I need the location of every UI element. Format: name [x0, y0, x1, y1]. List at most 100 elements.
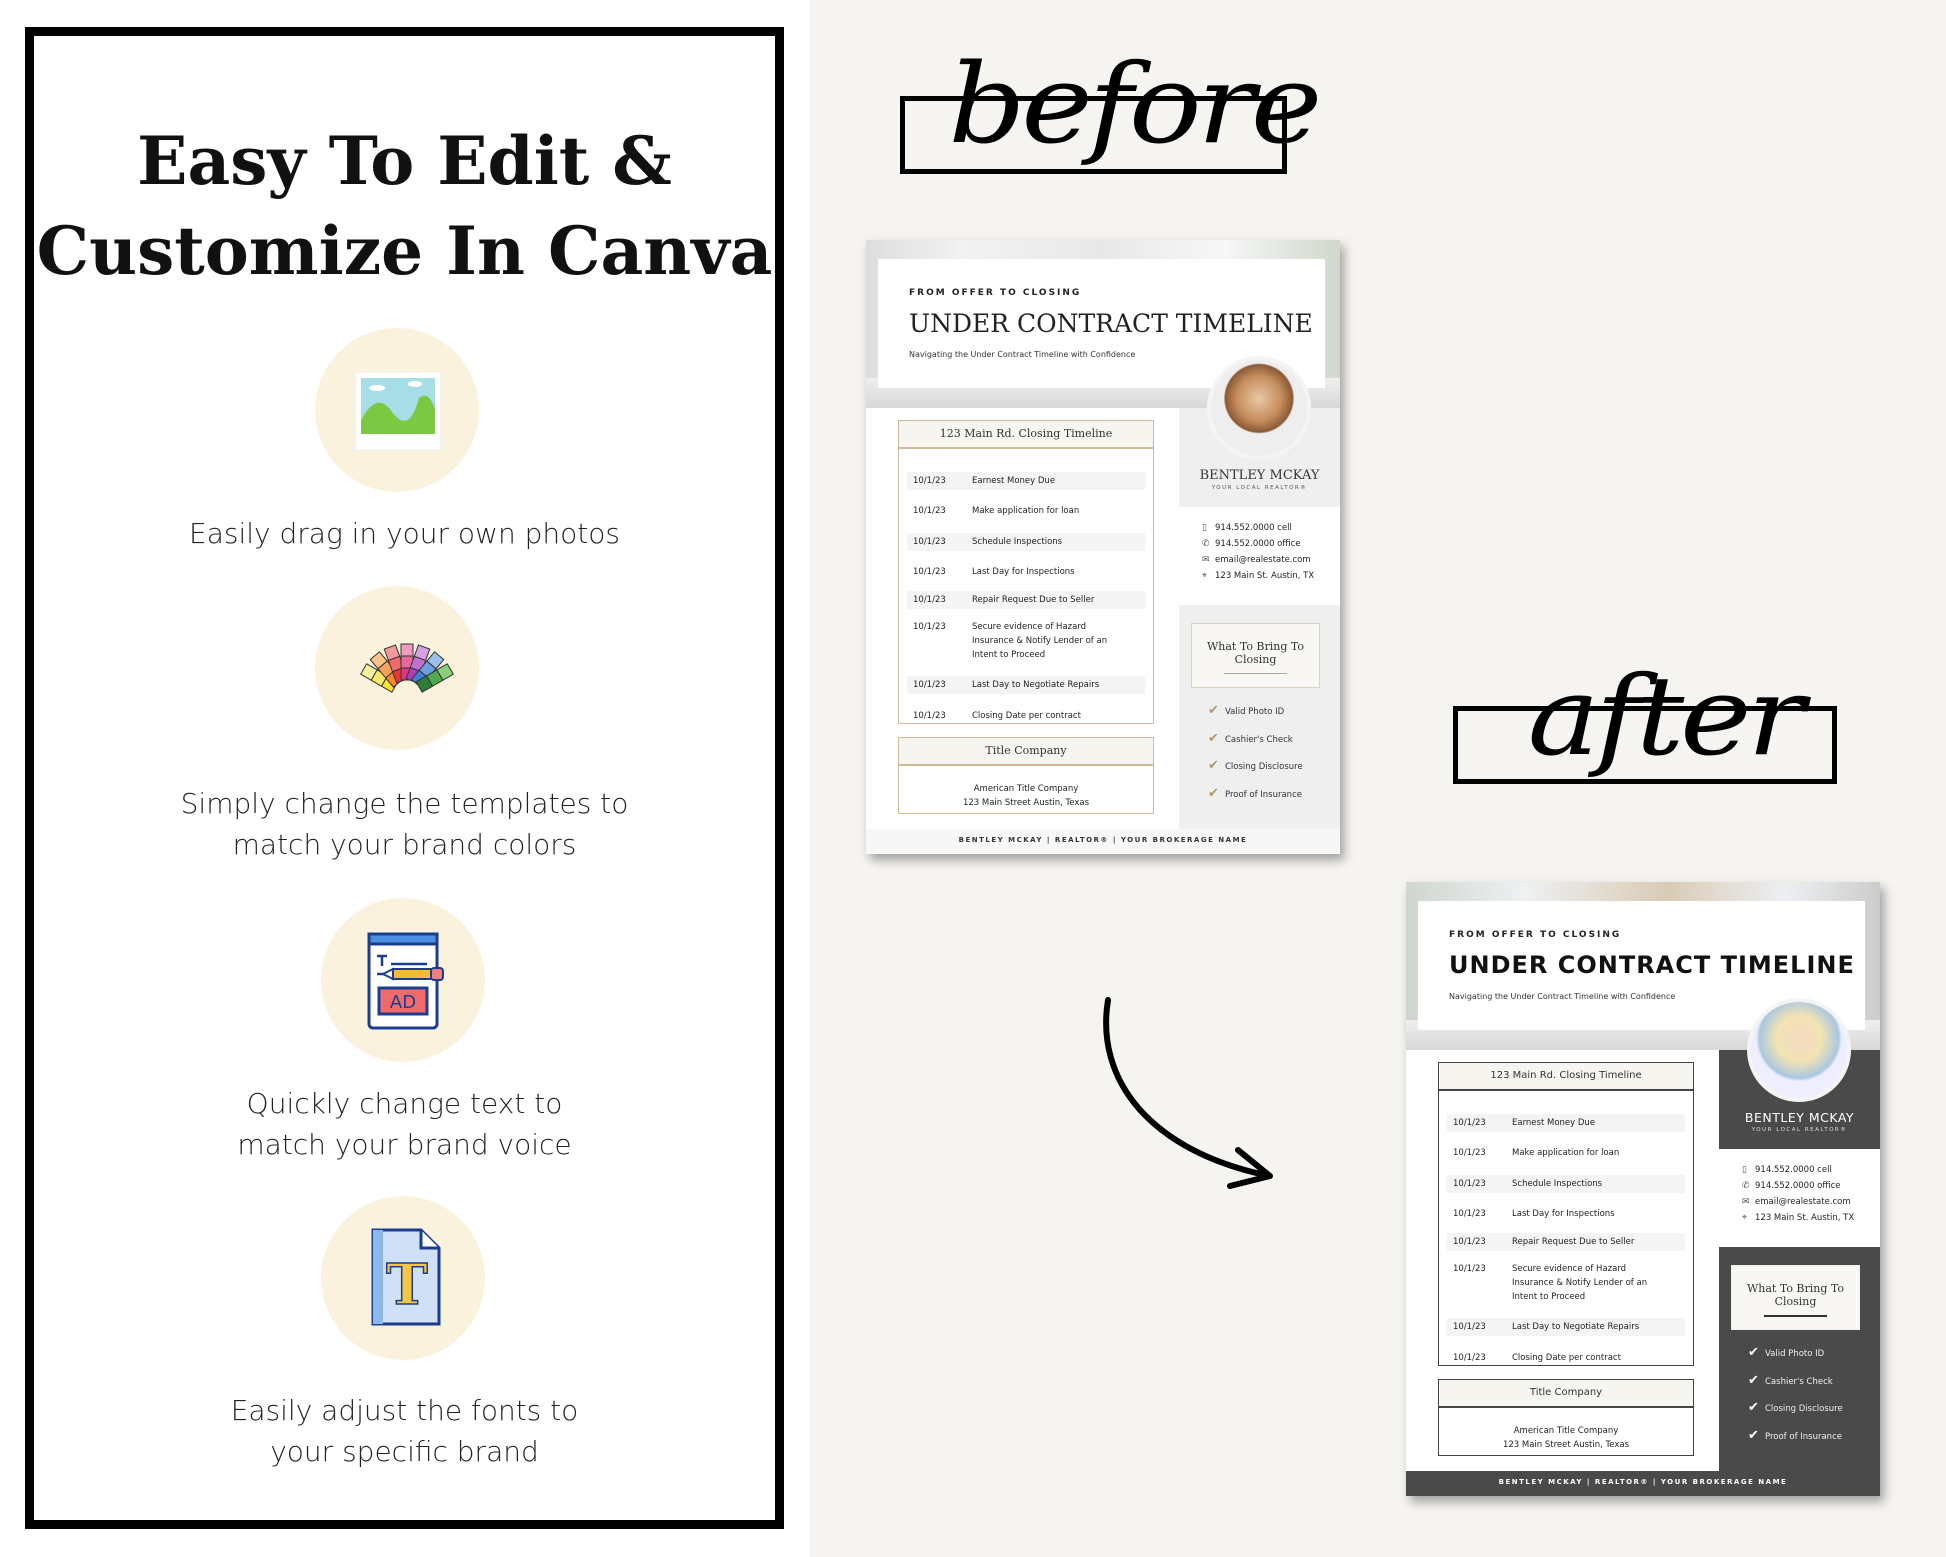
checkmark-icon: ✔ [1748, 1428, 1759, 1443]
curved-arrow-icon [1103, 997, 1273, 1189]
timeline-row: 10/1/23 Secure evidence of Hazard Insura… [1447, 1260, 1685, 1306]
contact-box: ▯ 914.552.0000 cell ✆ 914.552.0000 office ✉ e… [1179, 507, 1340, 605]
agent-role: YOUR LOCAL REALTOR® [1211, 485, 1308, 491]
checklist-item: ✔ Cashier's Check [1748, 1373, 1833, 1388]
headline-line-2: Customize In Canva [36, 212, 773, 290]
agent-name: BENTLEY MCKAY [1744, 1110, 1855, 1125]
contact-text: 914.552.0000 cell [1755, 1165, 1832, 1175]
timeline-date: 10/1/23 [913, 476, 946, 486]
contact-line: ✆ 914.552.0000 office [1202, 539, 1301, 549]
eyebrow: FROM OFFER TO CLOSING [909, 288, 1082, 298]
flyer-title: UNDER CONTRACT TIMELINE [909, 309, 1313, 338]
checkmark-icon: ✔ [1208, 703, 1219, 718]
contact-text: 914.552.0000 office [1215, 539, 1301, 549]
after-label: after [1527, 652, 1805, 780]
checkmark-icon: ✔ [1748, 1400, 1759, 1415]
contact-line: ⌖ 123 Main St. Austin, TX [1202, 571, 1314, 581]
contact-box: ▯ 914.552.0000 cell ✆ 914.552.0000 office ✉ e… [1719, 1149, 1880, 1247]
contact-text: 123 Main St. Austin, TX [1215, 571, 1315, 581]
flyer-footer: BENTLEY MCKAY | REALTOR® | YOUR BROKERAG… [866, 829, 1340, 854]
timeline-date: 10/1/23 [913, 680, 946, 690]
envelope-icon: ✉ [1202, 555, 1210, 565]
timeline-row: 10/1/23 Last Day to Negotiate Repairs [907, 676, 1145, 694]
timeline-task: Earnest Money Due [972, 476, 1056, 486]
flyer-subtitle: Navigating the Under Contract Timeline w… [1449, 992, 1676, 1001]
contact-line: ✉ email@realestate.com [1742, 1197, 1851, 1207]
feature-caption-colors-2: match your brand colors [232, 828, 577, 861]
timeline-task: Earnest Money Due [1512, 1118, 1596, 1128]
font-file-icon: T [321, 1196, 485, 1360]
timeline-task: Last Day to Negotiate Repairs [1512, 1322, 1640, 1332]
timeline-date: 10/1/23 [913, 537, 946, 547]
what-to-bring-box: What To Bring To Closing [1731, 1265, 1860, 1330]
flyer-subtitle: Navigating the Under Contract Timeline w… [909, 350, 1136, 359]
timeline-task: Last Day to Negotiate Repairs [972, 680, 1100, 690]
mobile-phone-icon: ▯ [1742, 1165, 1747, 1175]
timeline-row: 10/1/23 Last Day to Negotiate Repairs [1447, 1318, 1685, 1336]
timeline-task: Repair Request Due to Seller [972, 595, 1095, 605]
flyer-footer: BENTLEY MCKAY | REALTOR® | YOUR BROKERAG… [1406, 1471, 1880, 1496]
timeline-row: 10/1/23 Schedule Inspections [1447, 1175, 1685, 1193]
left-panel: Easy To Edit & Customize In Canva Easily… [0, 0, 809, 1557]
timeline-date: 10/1/23 [913, 595, 946, 605]
timeline-row: 10/1/23 Last Day for Inspections [907, 563, 1145, 581]
title-company-box: Title Company American Title Company 123 … [1438, 1379, 1694, 1456]
before-label: before [948, 40, 1322, 168]
timeline-row: 10/1/23 Earnest Money Due [907, 472, 1145, 490]
what-to-bring-title: What To Bring To Closing [1746, 1282, 1845, 1308]
contact-text: 914.552.0000 office [1755, 1181, 1841, 1191]
checklist-text: Cashier's Check [1765, 1377, 1833, 1387]
contact-line: ⌖ 123 Main St. Austin, TX [1742, 1213, 1854, 1223]
timeline-row: 10/1/23 Repair Request Due to Seller [1447, 1233, 1685, 1251]
contact-line: ▯ 914.552.0000 cell [1202, 523, 1292, 533]
feature-caption-fonts-2: your specific brand [270, 1435, 539, 1468]
checklist-text: Valid Photo ID [1765, 1349, 1825, 1359]
timeline-task: Closing Date per contract [1512, 1353, 1621, 1363]
title-company-details: American Title Company 123 Main Street Au… [1439, 1424, 1693, 1452]
timeline-row: 10/1/23 Closing Date per contract [907, 707, 1145, 725]
feature-caption-text-1: Quickly change text to [246, 1087, 563, 1120]
contact-line: ✆ 914.552.0000 office [1742, 1181, 1841, 1191]
title-company-name: American Title Company [973, 784, 1079, 794]
checklist-text: Closing Disclosure [1765, 1404, 1843, 1414]
contact-line: ▯ 914.552.0000 cell [1742, 1165, 1832, 1175]
flyer-after: FROM OFFER TO CLOSING UNDER CONTRACT TIM… [1406, 882, 1880, 1496]
timeline-row: 10/1/23 Closing Date per contract [1447, 1349, 1685, 1367]
timeline-row: 10/1/23 Schedule Inspections [907, 533, 1145, 551]
timeline-row: 10/1/23 Earnest Money Due [1447, 1114, 1685, 1132]
checklist-item: ✔ Closing Disclosure [1208, 758, 1303, 773]
timeline-date: 10/1/23 [913, 506, 946, 516]
what-to-bring-title: What To Bring To Closing [1206, 640, 1305, 666]
timeline-task: Repair Request Due to Seller [1512, 1237, 1635, 1247]
title-company-name: American Title Company [1513, 1426, 1619, 1436]
feature-caption-photos: Easily drag in your own photos [189, 517, 620, 550]
feature-caption-text-2: match your brand voice [237, 1128, 572, 1161]
timeline-row: 10/1/23 Make application for loan [907, 502, 1145, 520]
title-company-box: Title Company American Title Company 123 … [898, 737, 1154, 814]
checklist-text: Cashier's Check [1225, 735, 1293, 745]
checklist-item: ✔ Closing Disclosure [1748, 1400, 1843, 1415]
timeline-date: 10/1/23 [1453, 1237, 1486, 1247]
phone-icon: ✆ [1742, 1181, 1750, 1191]
timeline-date: 10/1/23 [1453, 1322, 1486, 1332]
timeline-date: 10/1/23 [1453, 1353, 1486, 1363]
contact-text: email@realestate.com [1215, 555, 1311, 565]
checklist-text: Valid Photo ID [1225, 707, 1285, 717]
timeline-task: Last Day for Inspections [972, 567, 1075, 577]
timeline-date: 10/1/23 [913, 711, 946, 721]
timeline-task: Make application for loan [1512, 1148, 1620, 1158]
timeline-task: Secure evidence of Hazard Insurance & No… [972, 622, 1108, 660]
checklist-item: ✔ Cashier's Check [1208, 731, 1293, 746]
title-company-details: American Title Company 123 Main Street Au… [899, 782, 1153, 810]
map-pin-icon: ⌖ [1742, 1213, 1748, 1223]
contact-text: 914.552.0000 cell [1215, 523, 1292, 533]
timeline-date: 10/1/23 [1453, 1118, 1486, 1128]
underline [1224, 673, 1287, 674]
envelope-icon: ✉ [1742, 1197, 1750, 1207]
timeline-task: Make application for loan [972, 506, 1080, 516]
title-company-address: 123 Main Street Austin, Texas [1502, 1440, 1630, 1450]
timeline-date: 10/1/23 [1453, 1179, 1486, 1189]
agent-name: BENTLEY MCKAY [1199, 468, 1320, 483]
edit-text-document-icon: AD [321, 898, 485, 1062]
what-to-bring-box: What To Bring To Closing [1191, 623, 1320, 688]
